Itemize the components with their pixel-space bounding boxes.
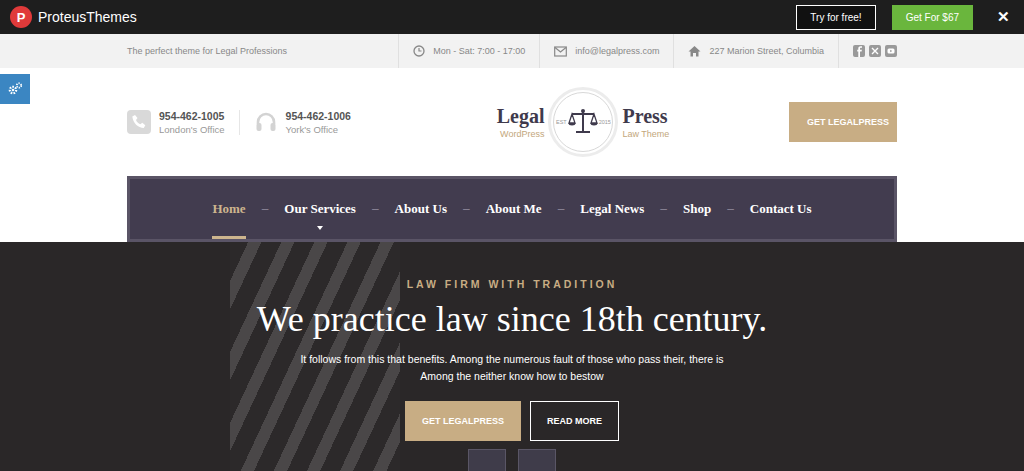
headset-icon: [254, 110, 278, 134]
nav-separator: –: [372, 202, 379, 216]
phone-number: 954-462-1005: [159, 110, 225, 122]
nav-item[interactable]: About Me: [486, 179, 542, 239]
info-item: Mon - Sat: 7:00 - 17:00: [398, 34, 539, 68]
logo-word: Legal: [497, 106, 545, 126]
x-icon[interactable]: [869, 45, 881, 57]
tagline: The perfect theme for Legal Professions: [127, 46, 398, 56]
nav-separator: –: [660, 202, 667, 216]
phone-label: London's Office: [159, 124, 225, 135]
scales-icon: [568, 108, 598, 136]
brand-name: ProteusThemes: [38, 9, 137, 25]
social-links: [838, 34, 897, 68]
hero-button[interactable]: GET LEGALPRESS: [405, 401, 521, 441]
slider-controls: [0, 449, 1024, 471]
page: P ProteusThemes Try for free! Get For $67…: [0, 0, 1024, 471]
brand-logo[interactable]: P ProteusThemes: [10, 6, 137, 28]
seal-year: 2015: [599, 119, 611, 125]
demo-bar: P ProteusThemes Try for free! Get For $67…: [0, 0, 1024, 34]
gears-icon: [7, 81, 23, 97]
youtube-icon[interactable]: [885, 45, 897, 57]
seal: EST 2015: [548, 87, 618, 157]
slider-next[interactable]: [518, 449, 556, 471]
nav-item[interactable]: Legal News: [580, 179, 644, 239]
demo-button[interactable]: Try for free!: [796, 5, 875, 30]
nav-separator: –: [558, 202, 565, 216]
brand-logo-icon: P: [10, 6, 32, 28]
nav-item[interactable]: Contact Us: [750, 179, 812, 239]
dropdown-caret-icon: [317, 226, 323, 230]
phone-icon: [127, 110, 151, 134]
nav-separator: –: [727, 202, 734, 216]
demo-actions: Try for free! Get For $67 ✕: [796, 5, 1014, 30]
settings-tab[interactable]: [0, 74, 30, 104]
info-item: 227 Marion Street, Columbia: [673, 34, 838, 68]
site-header: 954-462-1005 London's Office 954-462-100…: [0, 68, 1024, 242]
hero-text: It follows from this that benefits. Amon…: [0, 351, 1024, 385]
phone-contact[interactable]: 954-462-1006 York's Office: [239, 110, 365, 135]
site-logo[interactable]: Legal WordPress EST 2015 Press Law Theme: [497, 87, 670, 157]
hero-button[interactable]: READ MORE: [530, 401, 619, 441]
get-theme-button[interactable]: GET LEGALPRESS: [789, 102, 897, 142]
phone-contact[interactable]: 954-462-1005 London's Office: [127, 110, 239, 135]
phone-label: York's Office: [286, 124, 351, 135]
house-icon: [688, 45, 701, 57]
hero-title: We practice law since 18th century.: [0, 298, 1024, 341]
demo-button[interactable]: Get For $67: [892, 5, 973, 30]
info-bar: The perfect theme for Legal Professions …: [0, 34, 1024, 68]
nav-item[interactable]: Shop: [683, 179, 711, 239]
logo-subtitle: Law Theme: [622, 129, 669, 139]
logo-subtitle: WordPress: [500, 129, 544, 139]
close-button[interactable]: ✕: [993, 8, 1014, 26]
hero-buttons: GET LEGALPRESSREAD MORE: [0, 401, 1024, 441]
info-item: info@legalpress.com: [539, 34, 673, 68]
logo-word: Press: [622, 106, 669, 126]
slider-prev[interactable]: [468, 449, 506, 471]
hero: LAW FIRM WITH TRADITION We practice law …: [0, 210, 1024, 471]
nav-separator: –: [463, 202, 470, 216]
seal-est: EST: [556, 119, 567, 125]
main-nav: Home – Our Services – About Us – About M…: [127, 176, 897, 242]
nav-item[interactable]: Home: [212, 179, 245, 239]
nav-item[interactable]: About Us: [395, 179, 447, 239]
nav-separator: –: [262, 202, 269, 216]
hero-kicker: LAW FIRM WITH TRADITION: [0, 278, 1024, 290]
facebook-icon[interactable]: [853, 45, 865, 57]
phone-list: 954-462-1005 London's Office 954-462-100…: [127, 110, 377, 135]
clock-icon: [413, 45, 425, 57]
phone-number: 954-462-1006: [286, 110, 351, 122]
nav-item[interactable]: Our Services: [284, 179, 356, 239]
envelope-icon: [554, 46, 567, 57]
